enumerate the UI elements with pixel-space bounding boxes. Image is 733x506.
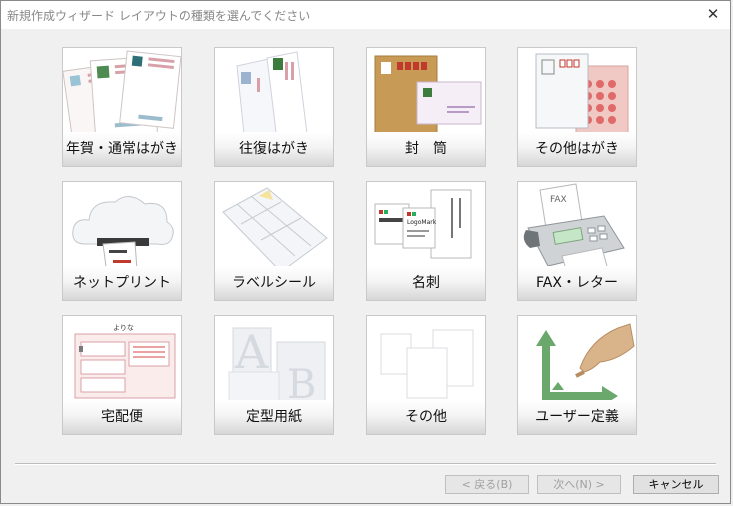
close-icon[interactable]: ✕: [702, 3, 724, 25]
reply-postcard-icon: [236, 51, 308, 144]
tile-label: その他: [367, 400, 485, 434]
cloud-print-icon: [72, 196, 174, 275]
other-layout-icon: [380, 329, 474, 399]
tile-envelope[interactable]: 封 筒: [366, 47, 486, 167]
footer-divider: [15, 463, 716, 465]
tile-business-card[interactable]: LogoMark 名刺: [366, 181, 486, 301]
new-layout-wizard-dialog: 新規作成ウィザード レイアウトの種類を選んでください ✕ 年賀・通常はがき 往復…: [0, 0, 731, 504]
tile-label: FAX・レター: [518, 266, 636, 300]
back-button[interactable]: < 戻る(B): [445, 475, 529, 494]
tile-label-seal[interactable]: ラベルシール: [214, 181, 334, 301]
other-postcard-icon: [535, 53, 629, 139]
tile-label: ラベルシール: [215, 266, 333, 300]
window-title: 新規作成ウィザード レイアウトの種類を選んでください: [7, 9, 311, 23]
postcards-icon: [63, 50, 181, 142]
tile-user-defined[interactable]: ユーザー定義: [517, 315, 637, 435]
envelope-icon: [374, 55, 482, 137]
next-button[interactable]: 次へ(N) >: [537, 475, 621, 494]
tile-label: 宅配便: [63, 400, 181, 434]
tile-other[interactable]: その他: [366, 315, 486, 435]
tile-fax-letter[interactable]: FAX FAX・レター: [517, 181, 637, 301]
card-logo-text: LogoMark: [407, 219, 437, 226]
fax-sheet-text: FAX: [550, 195, 567, 205]
title-bar: 新規作成ウィザード レイアウトの種類を選んでください ✕: [1, 1, 730, 29]
slip-header-text: よりな: [113, 324, 134, 332]
tile-label: ネットプリント: [63, 266, 181, 300]
standard-paper-icon: A B: [228, 325, 326, 408]
tile-label: 封 筒: [367, 132, 485, 166]
user-defined-icon: [536, 323, 635, 406]
tile-label: 年賀・通常はがき: [63, 132, 181, 166]
tile-label: ユーザー定義: [518, 400, 636, 434]
tile-standard-paper[interactable]: A B 定型用紙: [214, 315, 334, 435]
tile-label: その他はがき: [518, 132, 636, 166]
tile-net-print[interactable]: ネットプリント: [62, 181, 182, 301]
tile-label: 往復はがき: [215, 132, 333, 166]
label-sheet-icon: [222, 187, 328, 273]
paper-letter-a: A: [234, 325, 269, 379]
tile-other-postcard[interactable]: その他はがき: [517, 47, 637, 167]
tile-label: 名刺: [367, 266, 485, 300]
tile-nenga-postcard[interactable]: 年賀・通常はがき: [62, 47, 182, 167]
tile-reply-postcard[interactable]: 往復はがき: [214, 47, 334, 167]
business-card-icon: LogoMark: [374, 189, 472, 259]
tile-delivery[interactable]: よりな 宅配便: [62, 315, 182, 435]
cancel-button[interactable]: キャンセル: [633, 475, 719, 494]
tile-label: 定型用紙: [215, 400, 333, 434]
fax-icon: FAX: [523, 183, 625, 277]
delivery-slip-icon: よりな: [74, 324, 176, 399]
